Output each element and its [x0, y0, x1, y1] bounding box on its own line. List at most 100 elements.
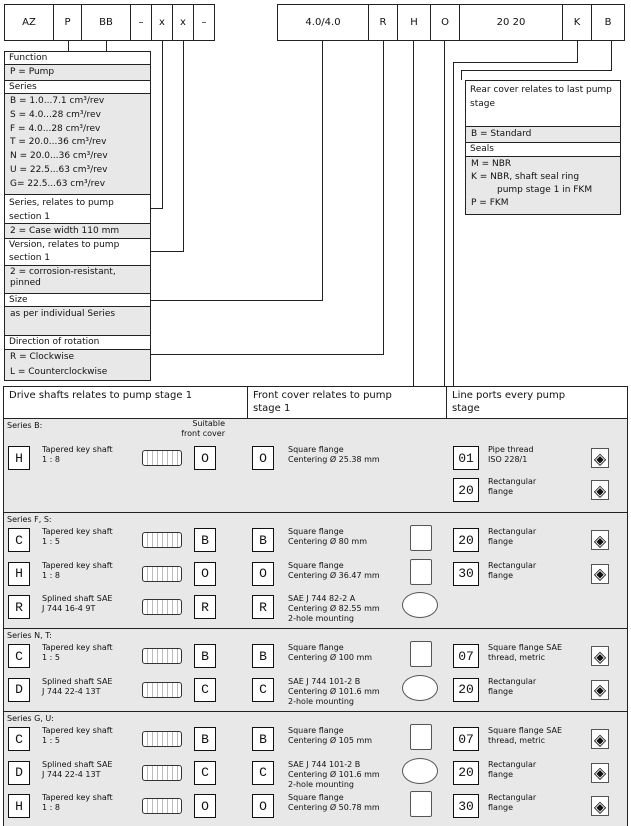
code-dash-1: – — [130, 4, 152, 41]
series-label: Series N, T: — [7, 631, 52, 640]
port-icon: ◈ — [591, 480, 609, 500]
drive-shaft-desc: Tapered key shaft 1 : 8 — [42, 445, 113, 464]
front-cover-desc: Square flange Centering Ø 105 mm — [288, 726, 373, 745]
line-port-desc: Rectangular flange — [488, 477, 537, 496]
port-icon: ◈ — [591, 729, 609, 749]
front-cover-code: O — [252, 446, 274, 470]
line-port-desc: Rectangular flange — [488, 527, 537, 546]
code-ports: 20 20 — [459, 4, 563, 41]
code-front: O — [430, 4, 460, 41]
shaft-drawing-icon — [142, 764, 182, 781]
port-icon: ◈ — [591, 762, 609, 783]
front-cover-desc: Square flange Centering Ø 80 mm — [288, 527, 367, 546]
code-size: 4.0/4.0 — [277, 4, 369, 41]
shaft-drawing-icon — [142, 681, 182, 698]
code-bb: BB — [81, 4, 131, 41]
size-header: Size — [4, 293, 151, 307]
line-port-desc: Square flange SAE thread, metric — [488, 726, 563, 745]
line-port-desc: Square flange SAE thread, metric — [488, 643, 563, 662]
line-port-code: 07 — [453, 727, 479, 751]
front-cover-desc: Square flange Centering Ø 25.38 mm — [288, 445, 380, 464]
code-rotation: R — [368, 4, 398, 41]
series-item: T = 20.0...36 cm³/rev — [10, 137, 107, 148]
flange-icon — [410, 791, 432, 817]
series-label: Series B: — [7, 421, 43, 430]
seals-m: M = NBR — [471, 159, 512, 169]
series-item: N = 20.0...36 cm³/rev — [10, 151, 108, 162]
front-cover-code: B — [252, 727, 274, 751]
shaft-drawing-icon — [142, 731, 182, 747]
code-x-2: x — [172, 4, 194, 41]
series-item: G= 22.5...63 cm³/rev — [10, 178, 106, 189]
flange-icon — [402, 674, 438, 701]
rear-cover-header: Rear cover relates to last pump stage — [465, 80, 621, 127]
seals-header: Seals — [465, 142, 621, 157]
drive-shaft-code: H — [8, 561, 30, 586]
drive-shaft-code: H — [8, 446, 30, 470]
function-value: P = Pump — [4, 65, 151, 80]
line-port-code: 30 — [453, 794, 479, 818]
drive-shaft-code: R — [8, 595, 30, 619]
front-cover-code: B — [252, 528, 274, 552]
line-port-desc: Rectangular flange — [488, 759, 537, 779]
front-cover-code: C — [252, 677, 274, 702]
drive-shaft-desc: Tapered key shaft 1 : 8 — [42, 560, 113, 580]
front-cover-code: C — [252, 760, 274, 785]
front-cover-code: B — [252, 644, 274, 668]
code-seals: K — [562, 4, 592, 41]
drive-shaft-desc: Splined shaft SAE J 744 22-4 13T — [42, 676, 113, 696]
shaft-drawing-icon — [142, 648, 182, 664]
front-cover-header: Front cover relates to pump stage 1 — [253, 390, 392, 414]
line-port-desc: Rectangular flange — [488, 676, 537, 696]
front-cover-desc: SAE J 744 82-2 A Centering Ø 82.55 mm 2-ho… — [288, 594, 380, 623]
flange-icon — [410, 724, 432, 750]
seals-k: K = NBR, shaft seal ring — [471, 172, 580, 182]
suitable-front-cover-code: O — [194, 561, 216, 586]
front-cover-code: R — [252, 595, 274, 619]
drive-shaft-code: H — [8, 794, 30, 818]
series-label: Series G, U: — [7, 714, 54, 723]
drive-shaft-desc: Tapered key shaft 1 : 5 — [42, 726, 113, 745]
code-rear: B — [591, 4, 625, 41]
rotation-counterclockwise: L = Counterclockwise — [4, 365, 151, 381]
version-value: 2 = corrosion-resistant, pinned — [4, 266, 151, 293]
series-relates-header: Series, relates to pump section 1 — [4, 194, 151, 224]
series-relates-value: 2 = Case width 110 mm — [4, 224, 151, 238]
line-port-desc: Pipe thread ISO 228/1 — [488, 445, 534, 464]
line-port-code: 20 — [453, 528, 479, 552]
drive-shaft-code: C — [8, 528, 30, 552]
line-ports-header: Line ports every pump stage — [452, 390, 566, 414]
function-header: Function — [4, 51, 151, 65]
port-icon: ◈ — [591, 448, 609, 468]
shaft-drawing-icon — [142, 798, 182, 814]
code-shaft: H — [397, 4, 431, 41]
line-port-code: 01 — [453, 446, 479, 470]
series-label: Series F, S: — [7, 515, 52, 524]
shaft-drawing-icon — [142, 565, 182, 582]
rotation-clockwise: R = Clockwise — [4, 350, 151, 365]
drive-shaft-code: D — [8, 760, 30, 785]
code-p: P — [53, 4, 82, 41]
suitable-front-cover-code: B — [194, 644, 216, 668]
line-port-code: 30 — [453, 561, 479, 586]
shaft-drawing-icon — [142, 532, 182, 548]
suitable-front-cover-code: C — [194, 760, 216, 785]
shaft-drawing-icon — [142, 599, 182, 615]
seals-list: M = NBR K = NBR, shaft seal ring pump st… — [465, 157, 621, 215]
series-header: Series — [4, 80, 151, 94]
code-x-1: x — [151, 4, 173, 41]
front-cover-desc: Square flange Centering Ø 36.47 mm — [288, 560, 380, 580]
line-port-desc: Rectangular flange — [488, 793, 537, 812]
code-az: AZ — [4, 4, 54, 41]
line-port-code: 07 — [453, 644, 479, 668]
seals-p: P = FKM — [471, 198, 509, 208]
port-icon: ◈ — [591, 563, 609, 584]
shaft-drawing-icon — [142, 450, 182, 466]
rear-cover-value: B = Standard — [465, 127, 621, 142]
series-item: F = 4.0...28 cm³/rev — [10, 123, 101, 134]
front-cover-desc: Square flange Centering Ø 100 mm — [288, 643, 373, 662]
suitable-front-cover-code: B — [194, 528, 216, 552]
front-cover-desc: SAE J 744 101-2 B Centering Ø 101.6 mm 2-h… — [288, 676, 380, 706]
flange-icon — [410, 641, 432, 667]
front-cover-code: O — [252, 561, 274, 586]
